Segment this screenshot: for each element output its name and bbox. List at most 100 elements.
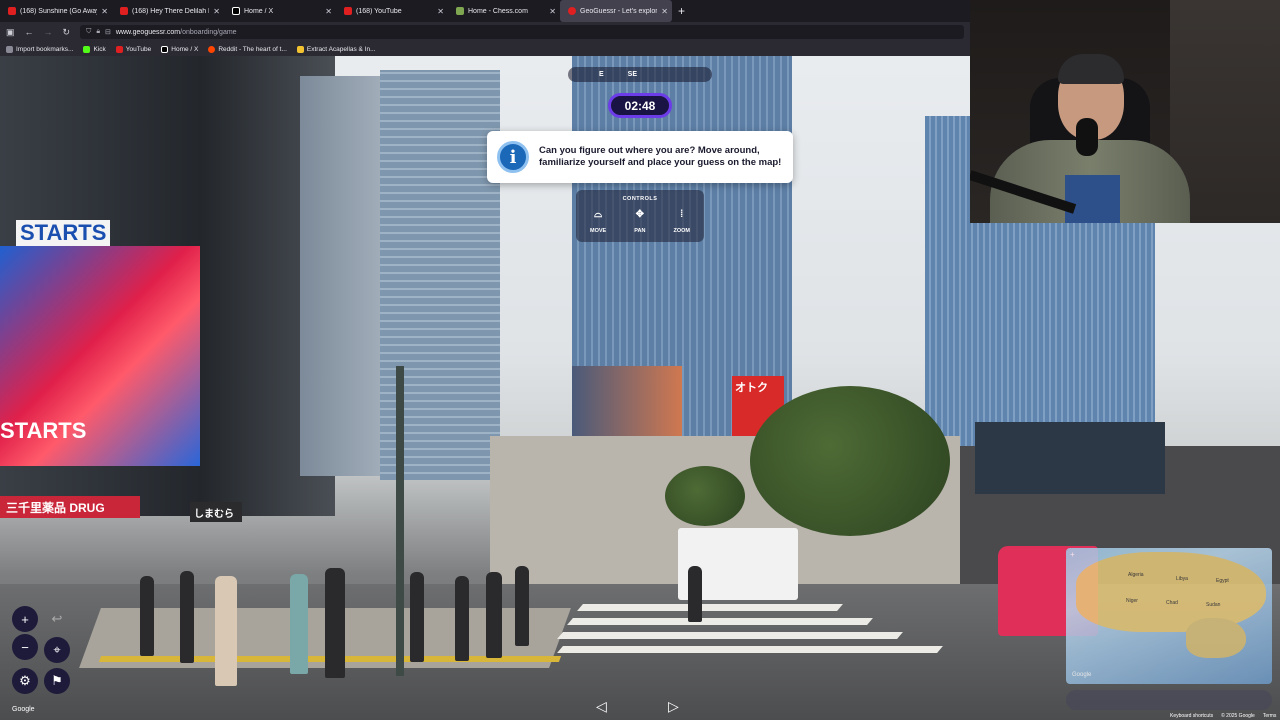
bookmark-kick[interactable]: Kick: [83, 45, 106, 53]
bookmark-import[interactable]: Import bookmarks...: [6, 45, 73, 53]
youtube-favicon-icon: [344, 7, 352, 15]
round-timer: 02:48: [608, 93, 672, 118]
crosswalk-stripe: [577, 604, 843, 611]
import-icon: [6, 45, 13, 53]
gear-icon: ⚙: [19, 673, 31, 688]
close-tab-icon[interactable]: ✕: [213, 7, 220, 16]
kick-icon: [83, 45, 91, 53]
expand-map-icon[interactable]: +: [1070, 550, 1075, 559]
tab-geoguessr[interactable]: GeoGuessr - Let's explore t ✕: [560, 0, 672, 22]
map-google-logo: Google: [1072, 672, 1092, 678]
control-pan-label: PAN: [634, 228, 646, 234]
geoguessr-favicon-icon: [568, 7, 576, 15]
shield-icon: ⛉: [86, 28, 92, 35]
bookmark-x[interactable]: Home / X: [161, 45, 198, 53]
streamer-shirt: [1065, 175, 1120, 223]
youtube-favicon-icon: [120, 7, 128, 15]
undo-button[interactable]: ↩: [44, 606, 70, 632]
chess-favicon-icon: [456, 7, 464, 15]
pedestrian: [486, 572, 502, 658]
close-tab-icon[interactable]: ✕: [437, 7, 444, 16]
close-tab-icon[interactable]: ✕: [549, 7, 556, 16]
x-favicon-icon: [232, 7, 240, 15]
zoom-in-button[interactable]: +: [12, 606, 38, 632]
tab-title: (168) YouTube: [356, 7, 402, 15]
sidebar-toggle-icon[interactable]: ▣: [6, 27, 15, 38]
tab-title: Home / X: [244, 7, 274, 15]
keyboard-shortcuts-link[interactable]: Keyboard shortcuts: [1170, 713, 1213, 719]
new-tab-button[interactable]: +: [678, 4, 685, 18]
place-guess-button[interactable]: [1066, 690, 1272, 710]
reload-icon[interactable]: ↻: [63, 27, 71, 38]
bookmark-acapellas[interactable]: Extract Acapellas & In...: [296, 45, 376, 53]
webcam-overlay: [970, 0, 1280, 223]
control-pan: ✥ PAN: [634, 209, 646, 235]
crosswalk-stripe: [557, 632, 903, 639]
bookmark-reddit[interactable]: Reddit - The heart of t...: [208, 45, 287, 53]
ad-screen-center: [572, 366, 682, 436]
google-logo: Google: [12, 706, 35, 713]
control-move-label: MOVE: [590, 228, 607, 234]
page-info-icon: ⊟: [105, 29, 111, 36]
control-zoom-label: ZOOM: [673, 228, 690, 234]
forward-arrow-icon[interactable]: →: [44, 27, 53, 37]
browser-nav-bar: ▣ ← → ↻ ⛉ 🔒︎ ⊟ www.geoguessr.com/onboard…: [0, 22, 970, 42]
browser-tab-bar: (168) Sunshine (Go Away Today) ✕ (168) H…: [0, 0, 970, 22]
tab-title: Home - Chess.com: [468, 7, 528, 15]
tab-chess[interactable]: Home - Chess.com ✕: [448, 0, 560, 22]
map-footer: Keyboard shortcuts © 2025 Google Terms: [1170, 713, 1276, 719]
pedestrian: [290, 574, 308, 674]
map-label: Libya: [1176, 576, 1188, 582]
close-tab-icon[interactable]: ✕: [661, 7, 668, 16]
terms-link[interactable]: Terms: [1263, 713, 1277, 719]
settings-button[interactable]: ⚙: [12, 668, 38, 694]
move-arrow-right-icon[interactable]: ▷: [668, 698, 679, 715]
address-bar[interactable]: ⛉ 🔒︎ ⊟ www.geoguessr.com/onboarding/game: [80, 25, 964, 39]
zoom-scroll-icon: ⁞: [680, 209, 684, 220]
bookmarks-bar: Import bookmarks... Kick YouTube Home / …: [0, 42, 970, 56]
zoom-out-button[interactable]: −: [12, 634, 38, 660]
starts-sign-bottom: STARTS: [0, 418, 87, 443]
move-arrow-left-icon[interactable]: ◁: [596, 698, 607, 715]
shimamura-sign: しまむら: [190, 502, 242, 522]
bookmark-youtube[interactable]: YouTube: [115, 45, 151, 53]
tab-x-home[interactable]: Home / X ✕: [224, 0, 336, 22]
tab-youtube[interactable]: (168) YouTube ✕: [336, 0, 448, 22]
map-horn-landmass: [1186, 618, 1246, 658]
tree-small: [665, 466, 745, 526]
map-label: Chad: [1166, 600, 1178, 606]
flag-button[interactable]: ⚑: [44, 668, 70, 694]
compass-bar: E SE: [568, 67, 712, 82]
map-label: Egypt: [1216, 578, 1229, 584]
controls-title: CONTROLS: [622, 196, 658, 202]
map-label: Algeria: [1128, 572, 1144, 578]
tab-title: (168) Sunshine (Go Away Today): [20, 7, 97, 15]
map-label: Sudan: [1206, 602, 1221, 608]
return-to-start-button[interactable]: ⌖: [44, 637, 70, 663]
crosswalk-stripe: [567, 618, 873, 625]
pedestrian: [180, 571, 194, 663]
streamer-beanie: [1058, 54, 1124, 84]
pan-arrows-icon: ✥: [635, 209, 645, 220]
guess-minimap[interactable]: Algeria Libya Egypt Niger Chad Sudan Goo…: [1066, 548, 1272, 684]
control-move: ⌓ MOVE: [590, 210, 607, 235]
close-tab-icon[interactable]: ✕: [101, 7, 108, 16]
tree-center: [750, 386, 950, 536]
back-arrow-icon[interactable]: ←: [25, 27, 34, 37]
pedestrian: [410, 572, 424, 662]
url-host: www.geoguessr.com: [115, 28, 181, 36]
street-lamp: [396, 366, 404, 676]
compass-direction-e: E: [598, 71, 604, 78]
control-zoom: ⁞ ZOOM: [673, 209, 690, 235]
tab-title: (168) Hey There Delilah but it's: [132, 7, 209, 15]
reddit-icon: [208, 45, 216, 53]
starts-sign-top: STARTS: [16, 220, 111, 246]
location-pin-icon: ⌖: [53, 642, 61, 657]
tab-sunshine[interactable]: (168) Sunshine (Go Away Today) ✕: [0, 0, 112, 22]
x-icon: [161, 45, 169, 53]
crosswalk-stripe: [557, 646, 943, 653]
close-tab-icon[interactable]: ✕: [325, 7, 332, 16]
tab-title: GeoGuessr - Let's explore t: [580, 7, 658, 15]
tab-delilah[interactable]: (168) Hey There Delilah but it's ✕: [112, 0, 224, 22]
ad-screen-right: [975, 422, 1165, 494]
